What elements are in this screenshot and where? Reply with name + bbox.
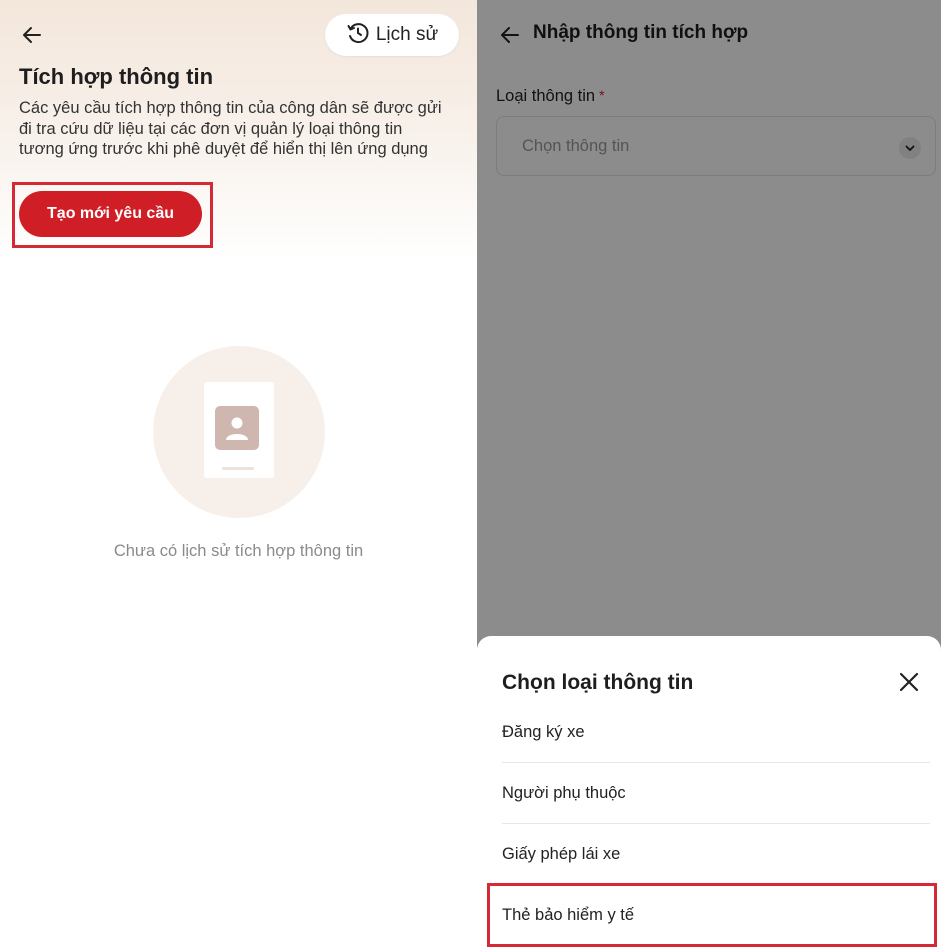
close-icon[interactable] bbox=[896, 669, 922, 695]
document-line bbox=[222, 467, 254, 470]
empty-state-text: Chưa có lịch sử tích hợp thông tin bbox=[113, 542, 364, 560]
integration-form-screen: Nhập thông tin tích hợp Loại thông tin * … bbox=[477, 0, 941, 947]
history-clock-icon bbox=[346, 21, 370, 50]
create-request-button[interactable]: Tạo mới yêu cầu bbox=[19, 191, 202, 237]
history-button[interactable]: Lịch sử bbox=[325, 14, 459, 56]
page-description: Các yêu cầu tích hợp thông tin của công … bbox=[19, 99, 442, 159]
page-title: Tích hợp thông tin bbox=[19, 64, 214, 89]
back-arrow-icon[interactable] bbox=[18, 22, 46, 48]
person-card-icon bbox=[215, 406, 259, 450]
sheet-title: Chọn loại thông tin bbox=[502, 671, 694, 694]
option-driver-license[interactable]: Giấy phép lái xe bbox=[502, 825, 930, 885]
option-label: Đăng ký xe bbox=[502, 723, 585, 741]
highlight-frame bbox=[487, 883, 937, 947]
option-vehicle-registration[interactable]: Đăng ký xe bbox=[502, 703, 930, 763]
option-label: Giấy phép lái xe bbox=[502, 845, 621, 863]
bottom-sheet: Chọn loại thông tin Đăng ký xe Người phụ… bbox=[477, 636, 941, 947]
history-label: Lịch sử bbox=[375, 24, 439, 45]
option-label: Người phụ thuộc bbox=[502, 784, 626, 802]
option-dependents[interactable]: Người phụ thuộc bbox=[502, 764, 930, 824]
integration-home-screen: Lịch sử Tích hợp thông tin Các yêu cầu t… bbox=[0, 0, 477, 947]
